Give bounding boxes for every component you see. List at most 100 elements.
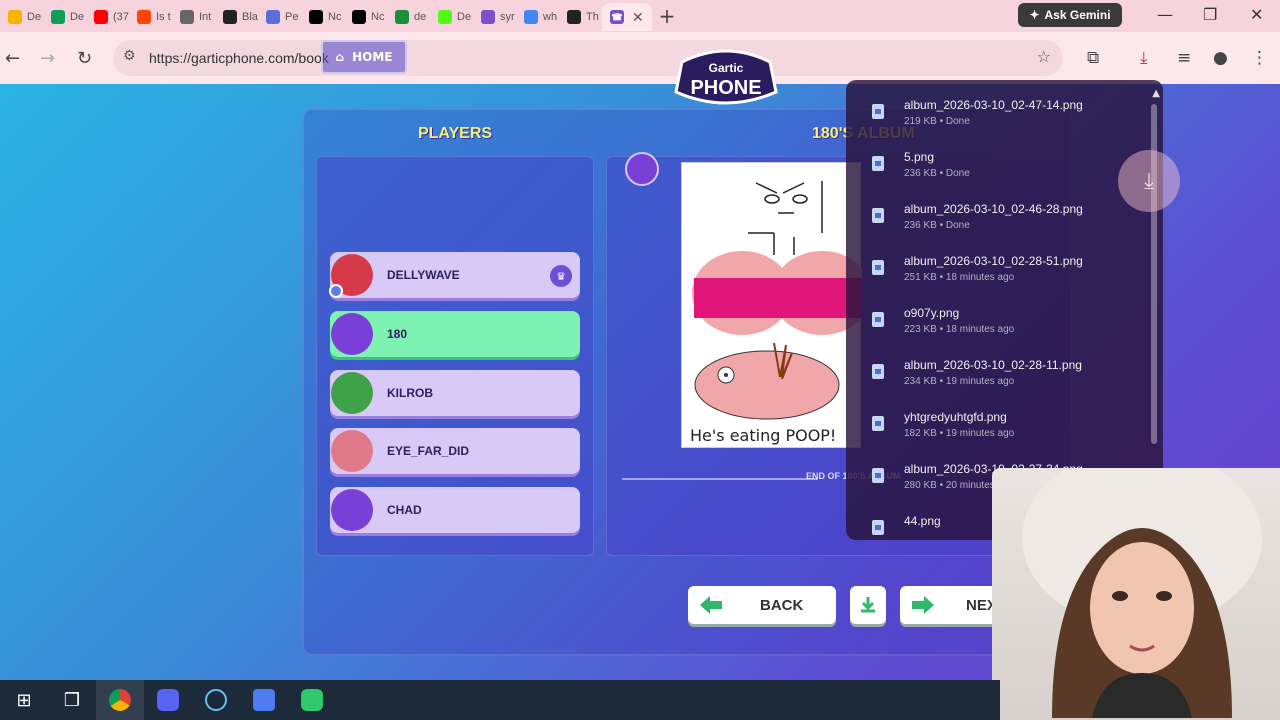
file-icon <box>872 312 884 327</box>
menu-kebab-icon[interactable]: ⋮ <box>1251 48 1268 68</box>
tab[interactable]: Nc <box>301 3 344 31</box>
tab[interactable]: De <box>430 3 473 31</box>
download-item[interactable]: yhtgredyuhtgfd.png 182 KB • 19 minutes ag… <box>846 410 1146 462</box>
app-icon[interactable] <box>288 680 336 720</box>
author-avatar <box>625 152 659 186</box>
tab[interactable]: de <box>387 3 430 31</box>
player-row-active[interactable]: 180 <box>330 311 580 357</box>
globe-icon <box>180 10 194 24</box>
minimize-button[interactable]: — <box>1157 5 1173 24</box>
tab[interactable]: Is t <box>129 3 172 31</box>
download-item[interactable]: album_2026-03-10_02-46-28.png 236 KB • Do… <box>846 202 1146 254</box>
profile-avatar-icon[interactable]: ● <box>1213 48 1228 68</box>
back-label: BACK <box>760 596 804 614</box>
download-meta: 236 KB • Done <box>904 220 970 231</box>
tab-label: Nc <box>328 11 342 23</box>
player-name: EYE_FAR_DID <box>387 444 470 458</box>
forward-arrow-icon[interactable]: → <box>40 48 55 69</box>
tab-label: Pe <box>285 11 299 23</box>
close-tab-icon[interactable]: ✕ <box>632 9 644 26</box>
host-crown-icon: ♛ <box>550 265 572 287</box>
tab[interactable]: Th <box>559 3 602 31</box>
extensions-icon[interactable]: ⧉ <box>1087 48 1099 68</box>
tab-active-gartic-phone[interactable]: ☎ ✕ <box>602 3 652 31</box>
tab[interactable]: Bla <box>215 3 258 31</box>
tab-label: Is t <box>156 11 171 23</box>
discord-icon[interactable] <box>144 680 192 720</box>
tab-strip: De De (37 Is t Int Bla Pe Nc Nc de De syr wh Th <box>0 1 602 31</box>
player-row[interactable]: KILROB <box>330 370 580 416</box>
download-meta: 219 KB • Done <box>904 116 970 127</box>
ask-gemini-label: Ask Gemini <box>1044 8 1111 22</box>
tab[interactable]: Int <box>172 3 215 31</box>
album-drawing: He's eating POOP! <box>681 162 872 448</box>
youtube-icon <box>94 10 108 24</box>
media-control-icon[interactable]: ≡ <box>1177 48 1191 68</box>
green-app-icon <box>395 10 409 24</box>
ask-gemini-button[interactable]: ✦ Ask Gemini <box>1018 3 1122 27</box>
url-text[interactable]: https://garticphone.com/book <box>149 50 329 66</box>
site-info-icon[interactable]: ⚙ <box>123 48 136 64</box>
peace-icon <box>481 10 495 24</box>
chrome-icon[interactable] <box>96 680 144 720</box>
download-meta: 251 KB • 18 minutes ago <box>904 272 1015 283</box>
new-tab-button[interactable]: + <box>652 4 682 28</box>
tab-label: Nc <box>371 11 385 23</box>
download-item[interactable]: album_2026-03-10_02-47-14.png 219 KB • Do… <box>846 98 1146 150</box>
gartic-phone-icon: ☎ <box>610 10 624 24</box>
reload-icon[interactable]: ↻ <box>77 48 92 69</box>
bookmark-star-icon[interactable]: ☆ <box>1037 47 1051 66</box>
player-avatar <box>331 372 373 414</box>
task-view-icon[interactable]: ❒ <box>48 680 96 720</box>
windows-start-icon[interactable]: ⊞ <box>0 680 48 720</box>
file-icon <box>872 104 884 119</box>
omnibox[interactable]: ⚙ https://garticphone.com/book ☆ <box>113 40 1063 76</box>
download-item[interactable]: album_2026-03-10_02-28-11.png 234 KB • 19… <box>846 358 1146 410</box>
reddit-icon <box>137 10 151 24</box>
x-icon <box>309 10 323 24</box>
player-row[interactable]: EYE_FAR_DID <box>330 428 580 474</box>
imdb-icon <box>266 10 280 24</box>
download-ghost-icon: ⤓ <box>1118 150 1180 212</box>
download-item[interactable]: o907y.png 223 KB • 18 minutes ago <box>846 306 1146 358</box>
player-row[interactable]: DELLYWAVE ♛ <box>329 252 580 298</box>
player-name: DELLYWAVE <box>387 268 460 282</box>
tab[interactable]: (37 <box>86 3 129 31</box>
logo-bottom-text: PHONE <box>690 77 761 99</box>
home-button[interactable]: ⌂ HOME <box>321 40 407 74</box>
downloads-icon[interactable]: ⤓ <box>1140 48 1148 68</box>
download-album-button[interactable] <box>850 586 886 624</box>
player-avatar <box>331 430 373 472</box>
restore-button[interactable]: ❐ <box>1203 5 1217 24</box>
tab-label: Th <box>586 11 599 23</box>
webcam-overlay <box>992 468 1280 720</box>
kick-icon <box>438 10 452 24</box>
tab[interactable]: De <box>43 3 86 31</box>
tab-label: De <box>457 11 472 23</box>
download-icon <box>861 597 875 613</box>
player-name: 180 <box>387 327 408 341</box>
back-button[interactable]: BACK <box>688 586 836 624</box>
file-icon <box>872 260 884 275</box>
tab[interactable]: syr <box>473 3 516 31</box>
player-row[interactable]: CHAD <box>330 487 580 533</box>
roblox-icon[interactable] <box>240 680 288 720</box>
google-icon <box>524 10 538 24</box>
file-icon <box>872 208 884 223</box>
tab[interactable]: Pe <box>258 3 301 31</box>
download-item[interactable]: 5.png 236 KB • Done <box>846 150 1146 202</box>
wix-icon <box>223 10 237 24</box>
tab[interactable]: Nc <box>344 3 387 31</box>
gemini-sparkle-icon: ✦ <box>1029 8 1040 22</box>
scroll-up-icon[interactable]: ▲ <box>1152 88 1160 99</box>
file-icon <box>872 416 884 431</box>
tab[interactable]: De <box>0 3 43 31</box>
download-item[interactable]: album_2026-03-10_02-28-51.png 251 KB • 18… <box>846 254 1146 306</box>
steam-icon[interactable] <box>192 680 240 720</box>
windows-taskbar: ⊞ ❒ <box>0 680 1000 720</box>
file-icon <box>872 468 884 483</box>
back-arrow-icon[interactable]: ← <box>5 48 20 69</box>
tab[interactable]: wh <box>516 3 559 31</box>
close-window-button[interactable]: ✕ <box>1250 5 1263 24</box>
you-badge-icon <box>329 284 343 298</box>
